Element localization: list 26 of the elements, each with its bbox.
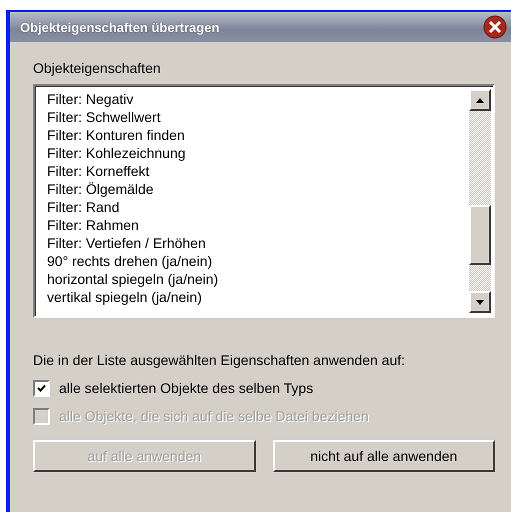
list-item[interactable]: Filter: Schwellwert	[47, 108, 469, 126]
list-label: Objekteigenschaften	[33, 60, 162, 76]
list-item[interactable]: Filter: Konturen finden	[47, 126, 469, 144]
scrollbar[interactable]	[469, 89, 491, 313]
list-item[interactable]: horizontal spiegeln (ja/nein)	[47, 270, 469, 288]
checkbox[interactable]	[33, 380, 50, 396]
scroll-down-button[interactable]	[469, 291, 491, 313]
check-icon	[37, 384, 46, 392]
list-item[interactable]: Filter: Vertiefen / Erhöhen	[47, 234, 469, 252]
up-arrow-icon	[476, 98, 484, 102]
apply-label: Die in der Liste ausgewählten Eigenschaften anwenden auf:	[33, 352, 406, 368]
scroll-up-button[interactable]	[469, 89, 491, 111]
apply-button[interactable]: nicht auf alle anwenden	[272, 440, 495, 472]
scroll-thumb[interactable]	[469, 205, 491, 265]
window-title: Objekteigenschaften übertragen	[20, 20, 220, 34]
list-item[interactable]: 90° rechts drehen (ja/nein)	[47, 252, 469, 270]
close-icon[interactable]	[483, 15, 507, 39]
list-item[interactable]: Filter: Korneffekt	[47, 162, 469, 180]
list-item[interactable]: Filter: Ölgemälde	[47, 180, 469, 198]
checkbox-label: alle selektierten Objekte des selben Typs	[59, 380, 314, 396]
list-item[interactable]: Filter: Negativ	[47, 90, 469, 108]
list-item[interactable]: vertikal spiegeln (ja/nein)	[47, 288, 469, 306]
list-item[interactable]: Filter: Rand	[47, 198, 469, 216]
list-item[interactable]: Filter: Rahmen	[47, 216, 469, 234]
down-arrow-icon	[476, 300, 484, 304]
list-item[interactable]: Filter: Kohlezeichnung	[47, 144, 469, 162]
